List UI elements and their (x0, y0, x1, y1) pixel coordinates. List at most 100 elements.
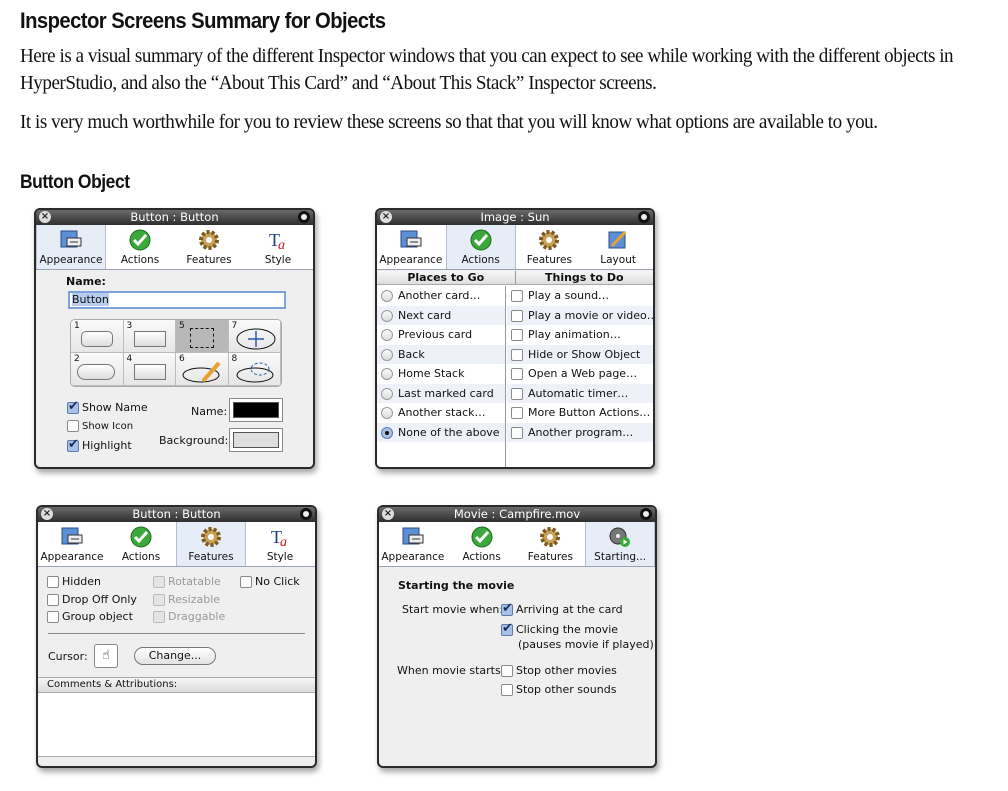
action-option[interactable]: Another program… (507, 422, 653, 442)
tab-appearance[interactable]: Appearance (379, 522, 448, 566)
action-option[interactable]: Play a sound… (507, 286, 653, 306)
tab-style[interactable]: Ta Style (244, 225, 313, 269)
stop-movies-checkbox[interactable]: Stop other movies (501, 664, 617, 677)
checkbox[interactable] (511, 387, 523, 400)
drop-off-only-checkbox[interactable]: Drop Off Only (47, 593, 137, 606)
radio-button[interactable] (381, 426, 393, 439)
options-icon[interactable] (298, 211, 310, 223)
place-option[interactable]: Another stack… (377, 403, 505, 423)
show-icon-checkbox[interactable]: Show Icon (67, 420, 133, 432)
tab-actions[interactable]: Actions (445, 225, 516, 269)
radio-button[interactable] (381, 348, 393, 361)
name-color-label: Name: (191, 405, 228, 418)
resizable-checkbox[interactable]: Resizable (153, 593, 220, 606)
checkbox[interactable] (511, 309, 523, 322)
checkbox[interactable] (511, 290, 523, 302)
clicking-checkbox[interactable]: Clicking the movie (501, 621, 618, 636)
checkbox[interactable] (511, 329, 523, 341)
action-option[interactable]: Hide or Show Object (507, 344, 653, 364)
place-label: Another stack… (398, 406, 486, 419)
radio-button[interactable] (381, 290, 393, 302)
background-color-swatch[interactable] (229, 428, 283, 452)
style-option-7[interactable]: 7 (228, 320, 281, 353)
place-option[interactable]: None of the above (377, 422, 505, 442)
highlight-checkbox[interactable]: Highlight (67, 437, 132, 452)
place-option[interactable]: Another card… (377, 286, 505, 306)
list-header: Places to Go Things to Do (377, 271, 653, 285)
appearance-icon (400, 230, 422, 248)
radio-button[interactable] (381, 368, 393, 380)
action-option[interactable]: More Button Actions… (507, 403, 653, 423)
style-option-8[interactable]: 8 (228, 353, 281, 386)
close-icon[interactable]: × (41, 508, 53, 520)
action-option[interactable]: Open a Web page… (507, 364, 653, 384)
close-icon[interactable]: × (382, 508, 394, 520)
window-title: Button : Button (130, 210, 219, 224)
action-label: Open a Web page… (528, 367, 638, 380)
tab-starting[interactable]: Starting... (585, 522, 655, 566)
name-color-swatch[interactable] (229, 398, 283, 422)
style-option-1[interactable]: 1 (71, 320, 124, 353)
place-label: Next card (398, 308, 452, 322)
no-click-checkbox[interactable]: No Click (240, 575, 300, 588)
clicking-note: (pauses movie if played) (518, 638, 654, 651)
place-option[interactable]: Back (377, 344, 505, 364)
style-option-5[interactable]: 5 (176, 320, 229, 353)
hidden-checkbox[interactable]: Hidden (47, 575, 101, 588)
close-icon[interactable]: × (39, 211, 51, 223)
title-bar: × Button : Button (38, 507, 315, 522)
style-option-4[interactable]: 4 (123, 353, 176, 386)
close-icon[interactable]: × (380, 211, 392, 223)
radio-button[interactable] (381, 407, 393, 419)
radio-button[interactable] (381, 387, 393, 400)
tab-appearance[interactable]: Appearance (377, 225, 446, 269)
draggable-checkbox[interactable]: Draggable (153, 610, 225, 623)
action-option[interactable]: Play a movie or video… (507, 305, 653, 325)
tab-appearance[interactable]: Appearance (38, 522, 107, 566)
checkbox[interactable] (511, 348, 523, 361)
place-option[interactable]: Next card (377, 305, 505, 325)
options-icon[interactable] (638, 211, 650, 223)
cursor-hand-icon[interactable]: ☝ (94, 644, 118, 668)
tab-appearance[interactable]: Appearance (36, 225, 106, 269)
radio-button[interactable] (381, 309, 393, 322)
tab-actions[interactable]: Actions (107, 522, 176, 566)
change-cursor-button[interactable]: Change... (134, 647, 216, 665)
tab-bar: Appearance Actions Features Ta Style (38, 522, 315, 567)
svg-text:a: a (280, 535, 287, 548)
group-object-checkbox[interactable]: Group object (47, 610, 133, 623)
style-option-3[interactable]: 3 (123, 320, 176, 353)
tab-actions[interactable]: Actions (106, 225, 175, 269)
place-label: Last marked card (398, 386, 494, 400)
tab-layout[interactable]: Layout (584, 225, 653, 269)
place-option[interactable]: Previous card (377, 325, 505, 345)
stop-sounds-checkbox[interactable]: Stop other sounds (501, 683, 616, 696)
tab-features[interactable]: Features (517, 522, 586, 566)
tab-features[interactable]: Features (175, 225, 244, 269)
inspector-window-features: × Button : Button Appearance Actions Fea… (36, 505, 317, 768)
tab-features[interactable]: Features (516, 225, 585, 269)
checkbox[interactable] (511, 426, 523, 439)
tab-features[interactable]: Features (176, 522, 246, 566)
tab-style[interactable]: Ta Style (246, 522, 315, 566)
show-name-checkbox[interactable]: Show Name (67, 399, 148, 414)
place-option[interactable]: Home Stack (377, 364, 505, 384)
name-input[interactable]: Button (68, 291, 286, 309)
rotatable-checkbox[interactable]: Rotatable (153, 575, 221, 588)
tab-actions[interactable]: Actions (448, 522, 517, 566)
options-icon[interactable] (300, 508, 312, 520)
action-option[interactable]: Automatic timer… (507, 383, 653, 403)
appearance-icon (402, 527, 424, 545)
options-icon[interactable] (640, 508, 652, 520)
style-option-2[interactable]: 2 (71, 353, 124, 386)
arriving-checkbox[interactable]: Arriving at the card (501, 601, 623, 616)
style-option-6[interactable]: 6 (176, 353, 229, 386)
checkbox[interactable] (511, 407, 523, 419)
radio-button[interactable] (381, 329, 393, 341)
checkbox[interactable] (511, 368, 523, 380)
background-color-label: Background: (159, 434, 229, 447)
svg-text:a: a (278, 238, 285, 251)
comments-textarea[interactable] (38, 693, 315, 757)
action-option[interactable]: Play animation… (507, 325, 653, 345)
place-option[interactable]: Last marked card (377, 383, 505, 403)
